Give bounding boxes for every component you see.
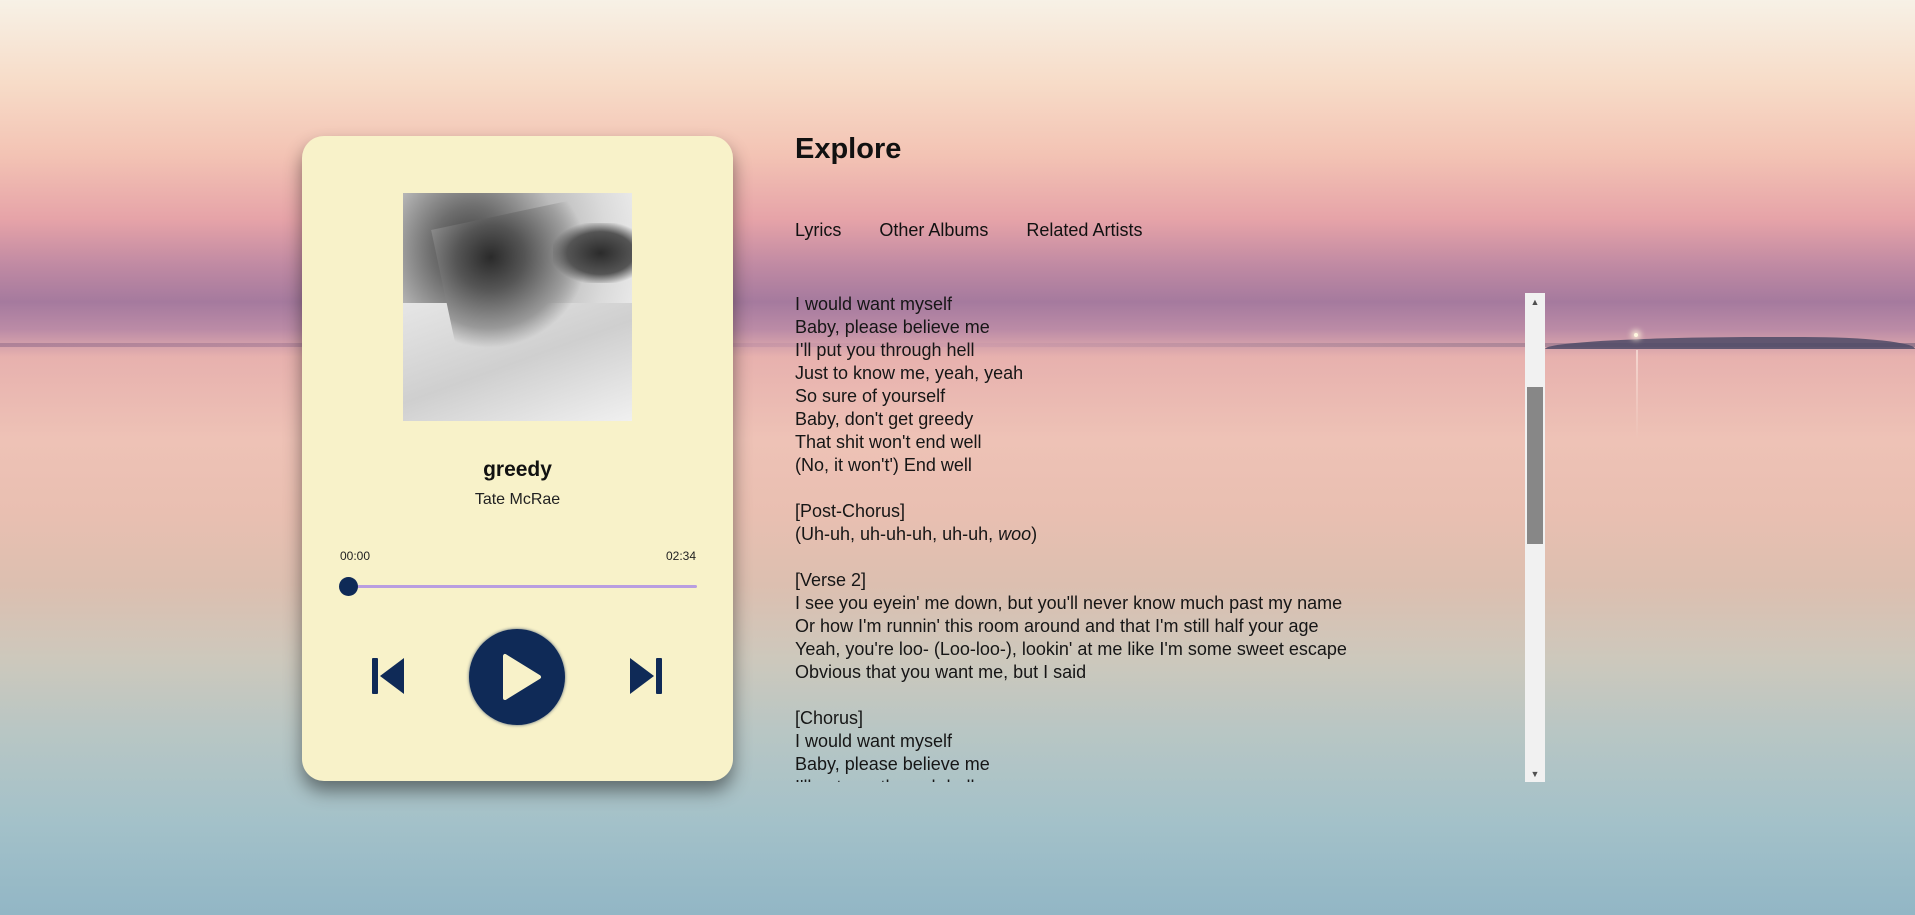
cover-shadow — [553, 223, 632, 283]
previous-button[interactable] — [370, 655, 406, 697]
scroll-down-icon[interactable]: ▼ — [1525, 765, 1545, 782]
progress-thumb[interactable] — [339, 577, 358, 596]
tab-other-albums[interactable]: Other Albums — [879, 220, 988, 241]
skip-previous-icon — [372, 658, 404, 694]
lyrics-text: I would want myself Baby, please believe… — [795, 294, 1347, 782]
scrollbar-thumb[interactable] — [1527, 387, 1543, 544]
light-reflection — [1636, 350, 1638, 440]
album-cover — [403, 193, 632, 421]
lyrics-scrollbar[interactable]: ▲ ▼ — [1525, 293, 1545, 782]
time-total: 02:34 — [665, 549, 696, 563]
explore-heading: Explore — [795, 133, 902, 165]
time-current: 00:00 — [340, 549, 371, 563]
play-icon — [503, 654, 541, 700]
scroll-up-icon[interactable]: ▲ — [1525, 293, 1545, 310]
music-player-card: greedy Tate McRae 00:00 02:34 — [302, 136, 733, 781]
next-button[interactable] — [628, 655, 664, 697]
lighthouse-light — [1634, 333, 1638, 337]
explore-tabs: Lyrics Other Albums Related Artists — [795, 220, 1142, 241]
tab-lyrics[interactable]: Lyrics — [795, 220, 841, 241]
progress-track[interactable] — [348, 585, 697, 588]
lyrics-panel[interactable]: I would want myself Baby, please believe… — [795, 293, 1545, 782]
play-button[interactable] — [469, 629, 565, 725]
song-artist: Tate McRae — [474, 491, 561, 508]
song-title: greedy — [483, 458, 552, 481]
tab-related-artists[interactable]: Related Artists — [1026, 220, 1142, 241]
skip-next-icon — [630, 658, 662, 694]
